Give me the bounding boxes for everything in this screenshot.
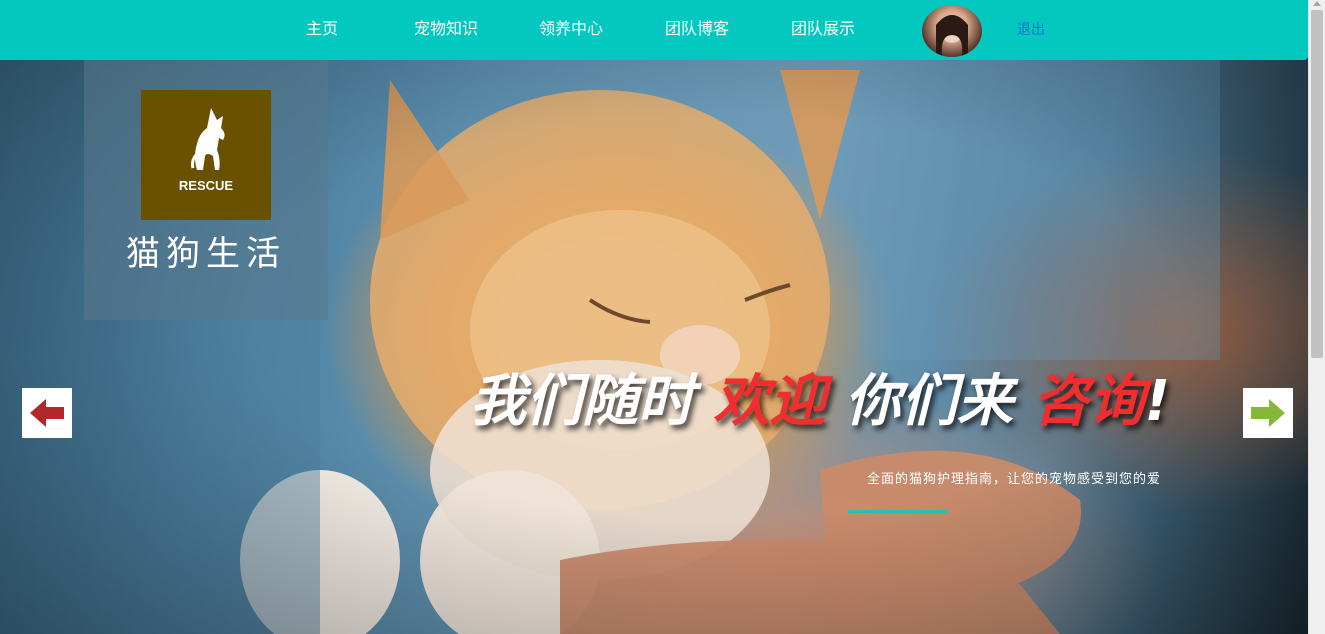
arrow-right-icon: [1251, 399, 1285, 427]
rescue-logo[interactable]: RESCUE: [141, 90, 271, 220]
headline-highlight-welcome: 欢迎: [713, 369, 826, 434]
headline-highlight-consult: 咨询: [1032, 369, 1145, 434]
nav-home[interactable]: 主页: [306, 18, 338, 40]
scroll-thumb[interactable]: [1311, 10, 1323, 358]
logo-panel: RESCUE 猫狗生活: [84, 60, 328, 320]
site-name: 猫狗生活: [126, 234, 286, 274]
nav-team-blog[interactable]: 团队博客: [665, 18, 729, 40]
page-scrollbar[interactable]: [1308, 0, 1325, 634]
scroll-up-icon[interactable]: [1313, 1, 1321, 6]
nav-pet-knowledge[interactable]: 宠物知识: [414, 18, 478, 40]
accent-divider: [848, 510, 948, 513]
carousel-next-button[interactable]: [1243, 388, 1293, 438]
nav-adoption-center[interactable]: 领养中心: [539, 18, 603, 40]
arrow-left-icon: [30, 399, 64, 427]
page: 主页 宠物知识 领养中心 团队博客 团队展示 退出 RESCUE 猫狗生活 我们…: [0, 0, 1308, 634]
user-avatar[interactable]: [922, 5, 982, 57]
logout-link[interactable]: 退出: [1017, 20, 1045, 40]
carousel-prev-button[interactable]: [22, 388, 72, 438]
headline-part-1: 我们随时: [470, 369, 694, 434]
dog-silhouette-icon: [191, 108, 225, 170]
headline-exclamation: !: [1144, 369, 1171, 434]
headline-part-3: 你们来: [845, 369, 1013, 434]
logo-badge-text: RESCUE: [178, 178, 234, 193]
hero-subtitle: 全面的猫狗护理指南，让您的宠物感受到您的爱: [867, 472, 1162, 487]
top-navbar: 主页 宠物知识 领养中心 团队博客 团队展示 退出: [0, 0, 1308, 60]
avatar-portrait-icon: [936, 15, 968, 57]
nav-team-showcase[interactable]: 团队展示: [791, 18, 855, 40]
hero-headline: 我们随时 欢迎 你们来 咨询!: [470, 362, 1230, 442]
